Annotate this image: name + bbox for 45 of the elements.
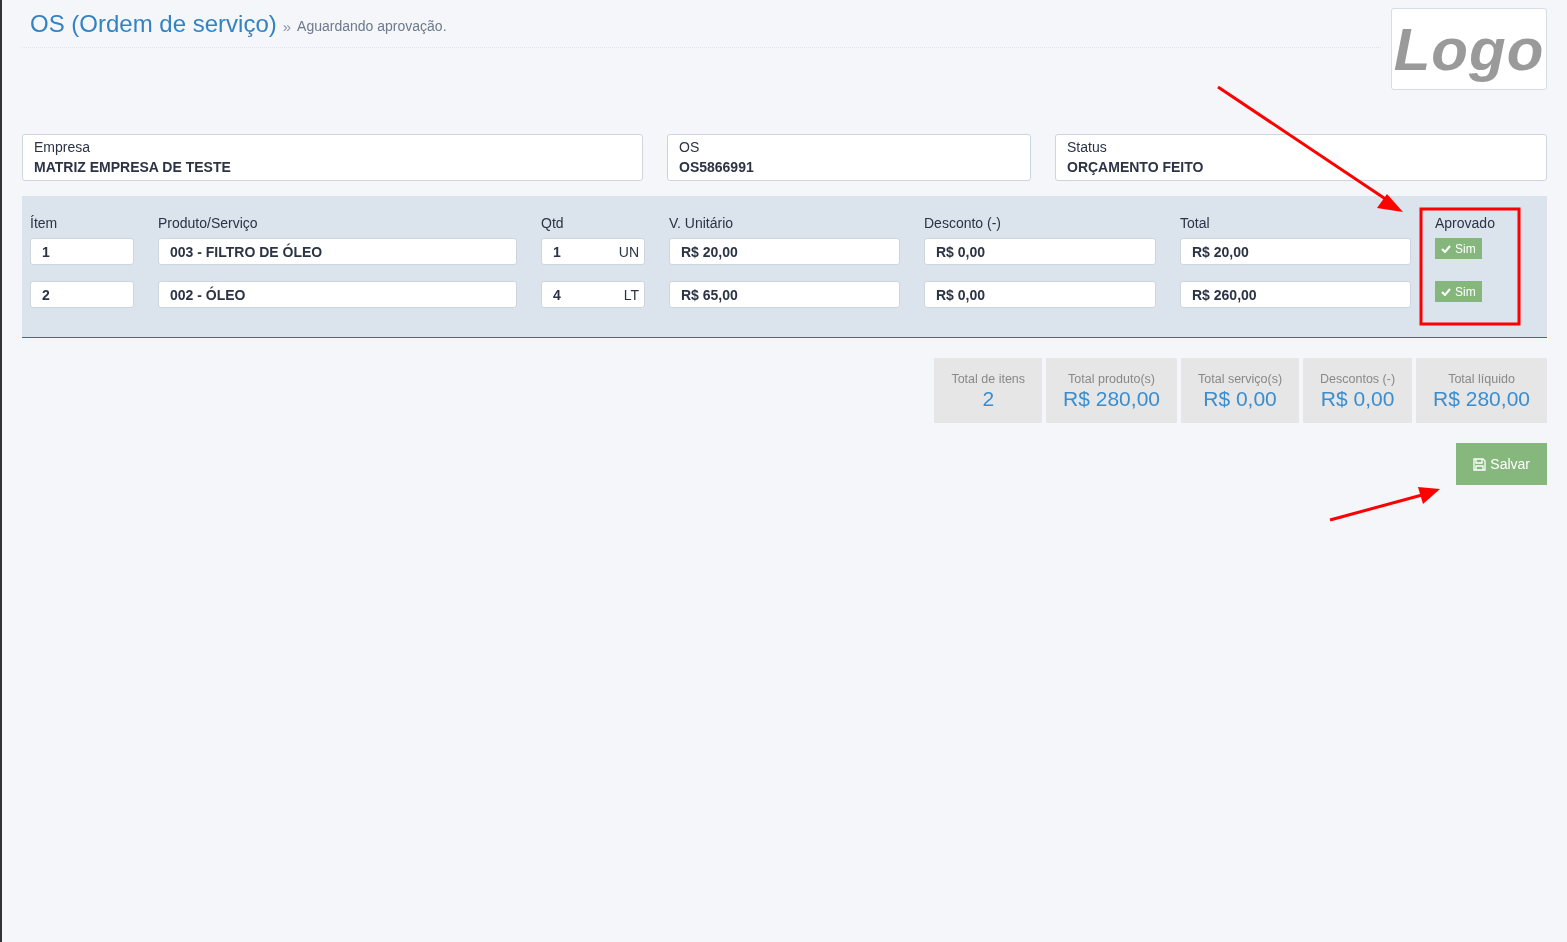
field-value: MATRIZ EMPRESA DE TESTE	[34, 158, 232, 177]
check-icon	[1441, 244, 1451, 253]
unit-price-field[interactable]: R$ 65,00	[669, 281, 900, 308]
column-header: Ítem	[30, 215, 59, 231]
total-field[interactable]: R$ 20,00	[1180, 238, 1411, 265]
summary-label: Descontos (-)	[1320, 372, 1396, 386]
logo: Logo	[1391, 8, 1547, 90]
product-field[interactable]: 003 - FILTRO DE ÓLEO	[158, 238, 517, 265]
summary-value: R$ 280,00	[1433, 387, 1530, 411]
summary-value: R$ 0,00	[1203, 387, 1277, 411]
product-field[interactable]: 002 - ÓLEO	[158, 281, 517, 308]
field-label: Empresa	[34, 138, 92, 156]
field-value: OS5866991	[679, 158, 755, 177]
check-icon	[1441, 287, 1451, 296]
quantity-value: 1	[553, 243, 561, 260]
column-header: V. Unitário	[669, 215, 735, 231]
column-header: Desconto (-)	[924, 215, 1003, 231]
summary-label: Total produto(s)	[1068, 372, 1155, 386]
field-value: ORÇAMENTO FEITO	[1067, 158, 1205, 177]
page-title: OS (Ordem de serviço)	[30, 9, 277, 38]
item-number-field[interactable]: 1	[30, 238, 134, 265]
column-header: Produto/Serviço	[158, 215, 259, 231]
quantity-field[interactable]: 1 UN	[541, 238, 645, 265]
total-field[interactable]: R$ 260,00	[1180, 281, 1411, 308]
page-subtitle: Aguardando aprovação.	[297, 18, 447, 34]
field-label: Status	[1067, 138, 1108, 156]
unit-label: UN	[618, 243, 639, 260]
summary-value: R$ 0,00	[1320, 387, 1395, 411]
item-number-field[interactable]: 2	[30, 281, 134, 308]
breadcrumb-separator: »	[282, 17, 292, 35]
quantity-field[interactable]: 4 LT	[541, 281, 645, 308]
column-header: Aprovado	[1435, 215, 1496, 231]
summary-label: Total de itens	[951, 372, 1026, 386]
field-label: OS	[679, 138, 701, 156]
summary-value: R$ 280,00	[1063, 387, 1160, 411]
column-header: Total	[1180, 215, 1211, 231]
discount-field[interactable]: R$ 0,00	[924, 238, 1156, 265]
unit-price-field[interactable]: R$ 20,00	[669, 238, 900, 265]
summary-label: Total líquido	[1448, 372, 1515, 386]
column-header: Qtd	[541, 215, 565, 231]
quantity-value: 4	[553, 286, 561, 303]
summary-label: Total serviço(s)	[1198, 372, 1283, 386]
discount-field[interactable]: R$ 0,00	[924, 281, 1156, 308]
unit-label: LT	[623, 286, 639, 303]
summary-value: 2	[982, 387, 995, 411]
